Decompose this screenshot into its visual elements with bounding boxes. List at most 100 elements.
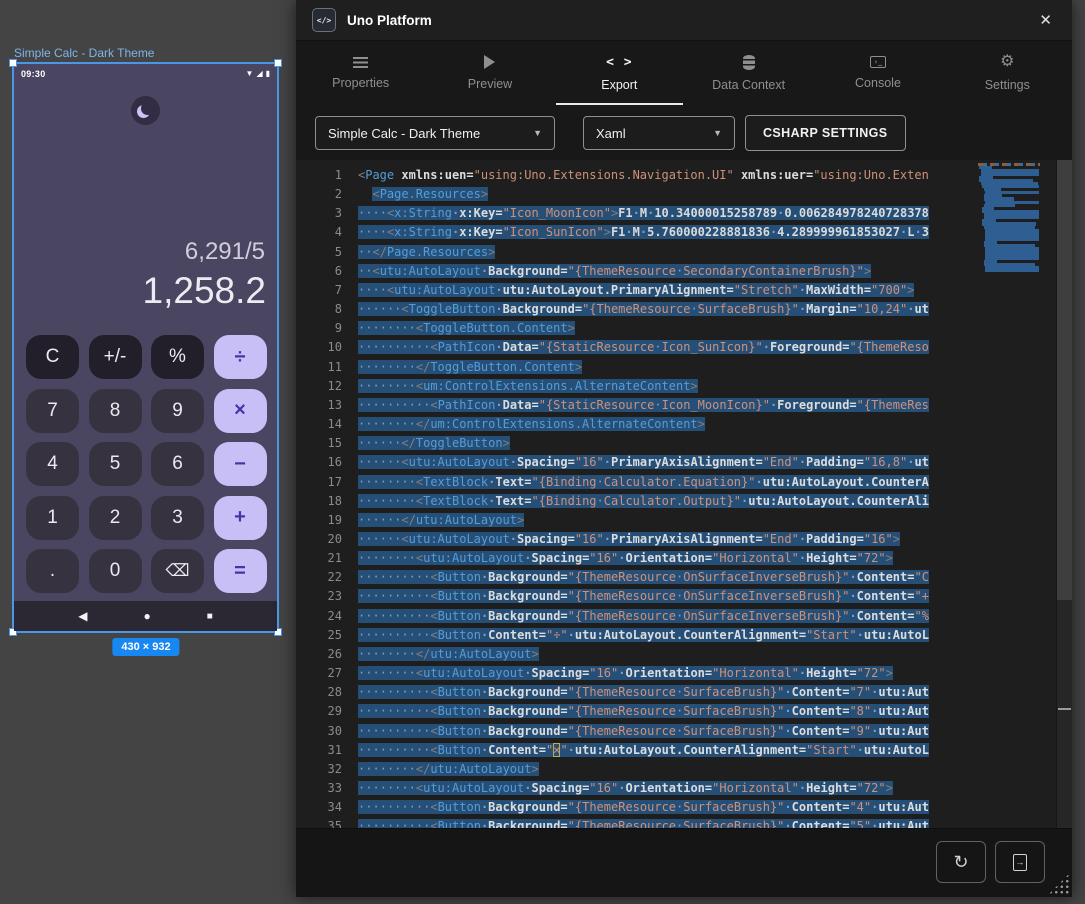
code-line[interactable]: 33········<utu:AutoLayout·Spacing="16"·O… xyxy=(296,779,1056,798)
code-text: ··········<Button·Background="{ThemeReso… xyxy=(358,798,1056,817)
code-line[interactable]: 17········<TextBlock·Text="{Binding·Calc… xyxy=(296,473,1056,492)
code-line[interactable]: 32········</utu:AutoLayout> xyxy=(296,760,1056,779)
line-number: 33 xyxy=(296,779,358,798)
tab-bar: PropertiesPreview< >ExportData Context›_… xyxy=(296,40,1072,105)
code-line[interactable]: 28··········<Button·Background="{ThemeRe… xyxy=(296,683,1056,702)
calc-key-=[interactable]: = xyxy=(214,549,267,593)
code-line[interactable]: 7····<utu:AutoLayout·utu:AutoLayout.Prim… xyxy=(296,281,1056,300)
status-time: 09:30 xyxy=(21,69,46,79)
code-line[interactable]: 9········<ToggleButton.Content> xyxy=(296,319,1056,338)
calc-key-C[interactable]: C xyxy=(26,335,79,379)
csharp-settings-button[interactable]: CSHARP SETTINGS xyxy=(745,115,906,151)
calc-key-+/-[interactable]: +/- xyxy=(89,335,142,379)
calc-key-.[interactable]: . xyxy=(26,549,79,593)
phone-frame[interactable]: 09:30 ▼ ◢ ▮ 6,291/5 1,258.2 C+/-%÷789×45… xyxy=(14,64,277,631)
tab-preview[interactable]: Preview xyxy=(425,41,554,105)
export-file-icon: → xyxy=(1013,854,1027,871)
nav-recent-icon[interactable]: ■ xyxy=(207,611,213,622)
code-line[interactable]: 11········</ToggleButton.Content> xyxy=(296,358,1056,377)
minimap[interactable] xyxy=(978,163,1052,272)
code-line[interactable]: 15······</ToggleButton> xyxy=(296,434,1056,453)
calc-key-8[interactable]: 8 xyxy=(89,389,142,433)
code-text: ········<ToggleButton.Content> xyxy=(358,319,1056,338)
calc-key-%[interactable]: % xyxy=(151,335,204,379)
code-line[interactable]: 6··<utu:AutoLayout·Background="{ThemeRes… xyxy=(296,262,1056,281)
calc-key-+[interactable]: + xyxy=(214,496,267,540)
code-line[interactable]: 29··········<Button·Background="{ThemeRe… xyxy=(296,702,1056,721)
calc-key-5[interactable]: 5 xyxy=(89,442,142,486)
code-line[interactable]: 14········</um:ControlExtensions.Alterna… xyxy=(296,415,1056,434)
line-number: 11 xyxy=(296,358,358,377)
wifi-icon: ▼ xyxy=(246,70,254,78)
minimap-line xyxy=(985,269,1039,272)
refresh-button[interactable]: ↻ xyxy=(936,841,986,883)
code-line[interactable]: 34··········<Button·Background="{ThemeRe… xyxy=(296,798,1056,817)
signal-icon: ◢ xyxy=(256,70,262,78)
calc-key-9[interactable]: 9 xyxy=(151,389,204,433)
calc-key-3[interactable]: 3 xyxy=(151,496,204,540)
format-select[interactable]: Xaml ▼ xyxy=(583,116,735,150)
line-number: 7 xyxy=(296,281,358,300)
code-line[interactable]: 19······</utu:AutoLayout> xyxy=(296,511,1056,530)
gear-icon: ⚙ xyxy=(1000,54,1014,70)
line-number: 2 xyxy=(296,185,358,204)
scrollbar-thumb[interactable] xyxy=(1057,160,1072,600)
calc-key-⌫[interactable]: ⌫ xyxy=(151,549,204,593)
frame-label[interactable]: Simple Calc - Dark Theme xyxy=(14,46,154,60)
code-line[interactable]: 5··</Page.Resources> xyxy=(296,243,1056,262)
code-line[interactable]: 26········</utu:AutoLayout> xyxy=(296,645,1056,664)
code-editor[interactable]: 1<Page xmlns:uen="using:Uno.Extensions.N… xyxy=(296,160,1072,828)
tab-properties[interactable]: Properties xyxy=(296,41,425,105)
code-line[interactable]: 8······<ToggleButton·Background="{ThemeR… xyxy=(296,300,1056,319)
tab-data-context[interactable]: Data Context xyxy=(684,41,813,105)
tab-export[interactable]: < >Export xyxy=(555,41,684,105)
code-line[interactable]: 24··········<Button·Background="{ThemeRe… xyxy=(296,607,1056,626)
code-line[interactable]: 10··········<PathIcon·Data="{StaticResou… xyxy=(296,338,1056,357)
nav-back-icon[interactable]: ◀ xyxy=(78,609,87,623)
tab-settings[interactable]: ⚙Settings xyxy=(943,41,1072,105)
code-line[interactable]: 30··········<Button·Background="{ThemeRe… xyxy=(296,722,1056,741)
code-line[interactable]: 16······<utu:AutoLayout·Spacing="16"·Pri… xyxy=(296,453,1056,472)
calc-key-7[interactable]: 7 xyxy=(26,389,79,433)
calc-key-6[interactable]: 6 xyxy=(151,442,204,486)
calc-key-1[interactable]: 1 xyxy=(26,496,79,540)
export-file-button[interactable]: → xyxy=(995,841,1045,883)
calc-key-0[interactable]: 0 xyxy=(89,549,142,593)
code-line[interactable]: 1<Page xmlns:uen="using:Uno.Extensions.N… xyxy=(296,166,1056,185)
calc-key-×[interactable]: × xyxy=(214,389,267,433)
line-number: 9 xyxy=(296,319,358,338)
line-number: 23 xyxy=(296,587,358,606)
editor-scrollbar[interactable] xyxy=(1056,160,1072,828)
component-select[interactable]: Simple Calc - Dark Theme ▼ xyxy=(315,116,555,150)
code-text: ····<x:String·x:Key="Icon_SunIcon">F1·M·… xyxy=(358,223,1056,242)
code-line[interactable]: 3····<x:String·x:Key="Icon_MoonIcon">F1·… xyxy=(296,204,1056,223)
resize-grip[interactable] xyxy=(1048,873,1070,895)
code-text: ········<um:ControlExtensions.AlternateC… xyxy=(358,377,1056,396)
code-line[interactable]: 27········<utu:AutoLayout·Spacing="16"·O… xyxy=(296,664,1056,683)
component-select-value: Simple Calc - Dark Theme xyxy=(328,126,480,141)
code-line[interactable]: 35··········<Button·Background="{ThemeRe… xyxy=(296,817,1056,828)
close-icon[interactable]: ✕ xyxy=(1035,9,1056,31)
battery-icon: ▮ xyxy=(266,70,270,78)
code-line[interactable]: 31··········<Button·Content="×"·utu:Auto… xyxy=(296,741,1056,760)
code-line[interactable]: 4····<x:String·x:Key="Icon_SunIcon">F1·M… xyxy=(296,223,1056,242)
nav-home-icon[interactable]: ● xyxy=(143,609,150,623)
line-number: 1 xyxy=(296,166,358,185)
calc-key-2[interactable]: 2 xyxy=(89,496,142,540)
code-line[interactable]: 18········<TextBlock·Text="{Binding·Calc… xyxy=(296,492,1056,511)
code-line[interactable]: 2 <Page.Resources> xyxy=(296,185,1056,204)
code-line[interactable]: 23··········<Button·Background="{ThemeRe… xyxy=(296,587,1056,606)
code-text: ··········<Button·Background="{ThemeReso… xyxy=(358,702,1056,721)
code-text: ········<TextBlock·Text="{Binding·Calcul… xyxy=(358,492,1056,511)
calc-key-÷[interactable]: ÷ xyxy=(214,335,267,379)
code-line[interactable]: 13··········<PathIcon·Data="{StaticResou… xyxy=(296,396,1056,415)
code-line[interactable]: 22··········<Button·Background="{ThemeRe… xyxy=(296,568,1056,587)
calc-key-−[interactable]: − xyxy=(214,442,267,486)
code-line[interactable]: 12········<um:ControlExtensions.Alternat… xyxy=(296,377,1056,396)
code-line[interactable]: 20······<utu:AutoLayout·Spacing="16"·Pri… xyxy=(296,530,1056,549)
code-line[interactable]: 25··········<Button·Content="÷"·utu:Auto… xyxy=(296,626,1056,645)
tab-console[interactable]: ›_Console xyxy=(813,41,942,105)
code-line[interactable]: 21········<utu:AutoLayout·Spacing="16"·O… xyxy=(296,549,1056,568)
theme-toggle-button[interactable] xyxy=(131,96,160,125)
calc-key-4[interactable]: 4 xyxy=(26,442,79,486)
